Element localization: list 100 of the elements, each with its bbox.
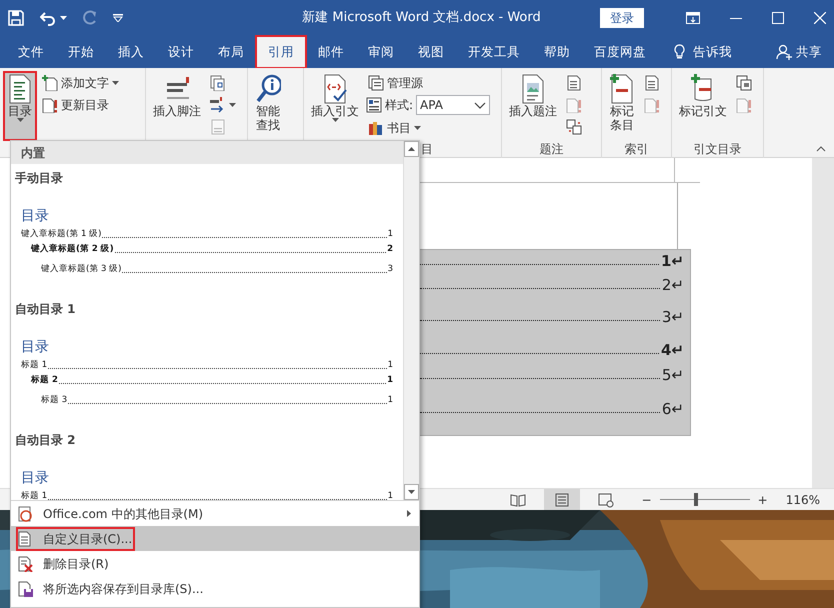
ribbon-tab[interactable]: 开始 [56, 36, 106, 68]
menu-item[interactable]: Office.com 中的其他目录(M) [11, 501, 419, 526]
submenu-arrow-icon [407, 510, 411, 517]
section-title[interactable]: 手动目录 [15, 168, 399, 206]
ribbon-button[interactable]: 标记引文 [676, 72, 730, 140]
ribbon-tab[interactable]: 插入 [106, 36, 156, 68]
style-list-icon [366, 97, 382, 113]
search-info-icon [255, 74, 281, 104]
zoom-thumb[interactable] [694, 493, 698, 506]
maximize-icon[interactable] [772, 12, 784, 24]
document-icon [17, 530, 33, 546]
ribbon-button[interactable]: 智能查找 [252, 72, 284, 140]
scroll-up-icon[interactable] [408, 147, 415, 151]
menu-item[interactable]: 删除目录(R) [11, 551, 419, 576]
ribbon-button[interactable]: 标记条目 [606, 72, 638, 140]
page-number: 6↵ [662, 402, 684, 417]
ribbon-button[interactable]: 插入题注 [506, 72, 560, 140]
zoom-level: 116% [786, 492, 820, 508]
group-label: 题注 [538, 141, 564, 158]
scrollbar[interactable] [812, 158, 834, 488]
caret-icon [229, 102, 236, 106]
page-number: 4↵ [660, 343, 684, 358]
toc-entry: 标题 3 1 [40, 394, 394, 407]
toc-heading: 目录 [21, 338, 50, 357]
notes-page-icon [210, 118, 226, 134]
menu-item[interactable]: 将所选内容保存到目录库(S)... [11, 576, 419, 601]
ribbon-display-icon[interactable] [686, 12, 700, 24]
index-page-icon [644, 74, 660, 90]
customize-toolbar-icon[interactable] [113, 14, 123, 22]
toc-entry: 键入章标题(第 2 级) 2 [30, 242, 394, 256]
ribbon-tab[interactable]: 开发工具 [456, 36, 532, 68]
ribbon-tab[interactable]: 审阅 [356, 36, 406, 68]
page-number: 2↵ [662, 278, 684, 293]
toc-entry: 标题 1 1 [20, 359, 394, 372]
zoom-in-button[interactable]: + [758, 490, 768, 508]
ribbon-button[interactable]: 书目 [366, 117, 490, 138]
read-mode-icon [510, 492, 526, 508]
cross-reference-icon [566, 118, 582, 134]
document-warning-icon [42, 96, 58, 112]
delete-document-icon [17, 556, 33, 572]
document-warning-icon [644, 96, 660, 112]
caret-icon [332, 118, 338, 122]
caret-icon [60, 16, 67, 20]
document-list-icon [7, 74, 33, 104]
close-icon[interactable] [814, 12, 826, 24]
ribbon-tab[interactable]: 帮助 [532, 36, 582, 68]
stacked-pages-icon [210, 74, 226, 90]
ribbon-tab[interactable]: 文件 [6, 36, 56, 68]
person-plus-icon [776, 44, 792, 60]
toc-heading: 目录 [21, 469, 50, 488]
document-warning-icon [566, 96, 582, 112]
print-layout-icon [554, 492, 570, 508]
citation-icon [322, 74, 348, 104]
caret-icon [414, 126, 421, 130]
ribbon-tab[interactable]: 设计 [156, 36, 206, 68]
ribbon-tab[interactable]: 视图 [406, 36, 456, 68]
sign-in-button[interactable]: 登录 [600, 8, 644, 28]
toc-heading: 目录 [21, 207, 50, 226]
zoom-out-button[interactable]: − [642, 490, 652, 508]
toc-entry: 键入章标题(第 3 级) 3 [40, 263, 394, 276]
section-title[interactable]: 自动目录 1 [15, 299, 399, 337]
toc-entry: 键入章标题(第 1 级) 1 [20, 228, 394, 241]
ribbon-button[interactable]: 插入脚注 [150, 72, 204, 140]
toc-entry: 标题 1 1 [20, 490, 394, 500]
ribbon-button[interactable]: 更新目录 [40, 94, 121, 115]
page-number: 5↵ [662, 368, 684, 383]
caret-icon [112, 80, 119, 84]
scroll-down-icon[interactable] [408, 490, 415, 494]
ribbon-button[interactable]: 添加文字 [40, 72, 121, 93]
ribbon-button[interactable]: 插入引文 [308, 72, 362, 140]
ribbon-tab[interactable]: 邮件 [306, 36, 356, 68]
section-title[interactable]: 自动目录 2 [15, 430, 399, 468]
ribbon-tab[interactable]: 百度网盘 [582, 36, 658, 68]
group-label: 引文目录 [692, 141, 742, 158]
save-icon[interactable] [8, 10, 24, 26]
chevron-down-icon [474, 102, 486, 108]
view-button[interactable] [544, 489, 580, 510]
ribbon-tab[interactable]: 布局 [206, 36, 256, 68]
style-dropdown[interactable]: APA [416, 95, 490, 115]
ribbon-button[interactable]: 目录 [4, 72, 36, 140]
next-footnote-button[interactable] [208, 94, 238, 115]
document-warning-icon [736, 96, 752, 112]
gallery-header: 内置 [11, 141, 403, 164]
table-of-figures-icon [566, 74, 582, 90]
ribbon-button[interactable]: 管理源 [366, 72, 490, 93]
ribbon-tab[interactable]: 引用 [256, 36, 306, 68]
toc-entry: 标题 2 1 [30, 374, 394, 387]
caption-image-icon [520, 74, 546, 104]
share-button[interactable]: 共享 [764, 36, 834, 68]
next-footnote-icon [210, 96, 226, 112]
web-refresh-icon [17, 506, 33, 522]
collapse-ribbon-icon[interactable] [816, 146, 826, 152]
page-number: 1↵ [660, 254, 684, 269]
save-document-icon [17, 580, 33, 596]
style-label: 样式: [385, 97, 414, 114]
tell-me-button[interactable]: 告诉我 [662, 36, 744, 68]
menu-item[interactable]: 自定义目录(C)... [11, 526, 419, 551]
gallery-scrollbar[interactable] [403, 141, 419, 500]
document-plus-icon [42, 74, 58, 90]
annotation-frame: 自定义目录(C)... [19, 530, 132, 548]
